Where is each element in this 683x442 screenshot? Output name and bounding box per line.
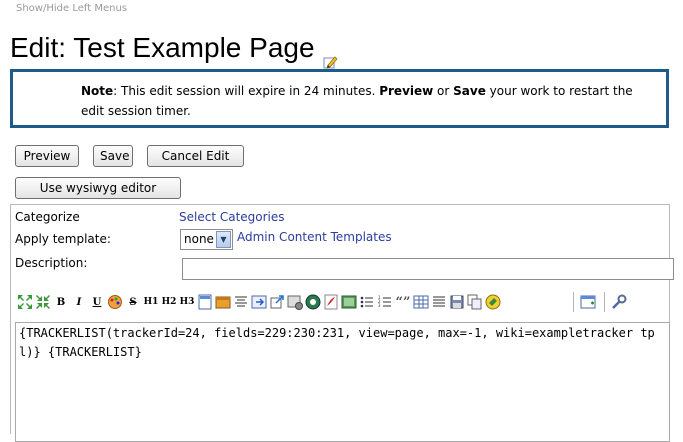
preview-button[interactable]: Preview bbox=[15, 145, 79, 167]
notice-preview-word: Preview bbox=[379, 84, 434, 98]
box-icon[interactable] bbox=[215, 294, 231, 310]
strikethrough-icon[interactable]: S bbox=[125, 294, 141, 310]
fullscreen-expand-icon[interactable] bbox=[17, 294, 33, 310]
svg-text:3: 3 bbox=[378, 303, 381, 308]
new-window-icon[interactable] bbox=[580, 294, 596, 310]
chevron-down-icon[interactable]: ▼ bbox=[216, 231, 231, 248]
numbered-list-icon[interactable]: 123 bbox=[377, 294, 393, 310]
italic-icon[interactable]: I bbox=[71, 294, 87, 310]
bulleted-list-icon[interactable] bbox=[359, 294, 375, 310]
edit-form-panel: Categorize Select Categories Apply templ… bbox=[10, 204, 674, 442]
fullscreen-collapse-icon[interactable] bbox=[35, 294, 51, 310]
cancel-edit-button[interactable]: Cancel Edit bbox=[147, 145, 244, 167]
save-disk-icon[interactable] bbox=[449, 294, 465, 310]
table-settings-icon[interactable] bbox=[287, 294, 303, 310]
apply-template-label: Apply template: bbox=[15, 232, 111, 246]
edit-session-notice: Note: This edit session will expire in 2… bbox=[10, 69, 669, 128]
title-bar-icon[interactable] bbox=[197, 294, 213, 310]
align-justify-icon[interactable] bbox=[431, 294, 447, 310]
underline-icon[interactable]: U bbox=[89, 294, 105, 310]
color-palette-icon[interactable] bbox=[107, 294, 123, 310]
save-button[interactable]: Save bbox=[93, 145, 133, 167]
notice-text-1: : This edit session will expire in 24 mi… bbox=[113, 84, 380, 98]
external-link-icon[interactable] bbox=[269, 294, 285, 310]
template-select-value: none bbox=[184, 232, 214, 246]
copy-icon[interactable] bbox=[467, 294, 483, 310]
insert-image-icon[interactable] bbox=[341, 294, 357, 310]
page-title: Edit: Test Example Page bbox=[10, 30, 338, 69]
wiki-editor-textarea[interactable]: {TRACKERLIST(trackerId=24, fields=229:23… bbox=[15, 322, 670, 442]
use-wysiwyg-editor-button[interactable]: Use wysiwyg editor bbox=[15, 177, 181, 199]
insert-pdf-icon[interactable] bbox=[323, 294, 339, 310]
insert-link-icon[interactable] bbox=[251, 294, 267, 310]
page-title-text: Edit: Test Example Page bbox=[10, 32, 315, 63]
select-categories-link[interactable]: Select Categories bbox=[179, 210, 285, 224]
categorize-label: Categorize bbox=[15, 210, 80, 224]
admin-content-templates-link[interactable]: Admin Content Templates bbox=[237, 230, 392, 244]
quote-icon[interactable]: “” bbox=[395, 294, 411, 310]
toolbar-separator bbox=[573, 292, 574, 312]
edit-pencil-icon[interactable] bbox=[322, 43, 338, 69]
description-label: Description: bbox=[15, 256, 88, 270]
template-select[interactable]: none ▼ bbox=[180, 229, 233, 250]
notice-label: Note bbox=[81, 84, 114, 98]
wrench-icon[interactable] bbox=[611, 294, 627, 310]
bold-icon[interactable]: B bbox=[53, 294, 69, 310]
insert-table-icon[interactable] bbox=[413, 294, 429, 310]
heading-1-icon[interactable]: H1 bbox=[143, 294, 159, 310]
smiley-icon[interactable] bbox=[485, 294, 501, 310]
toolbar-separator-2 bbox=[604, 292, 605, 312]
editor-toolbar: B I U S H1 H2 H3 1 2 3 “” bbox=[17, 291, 667, 313]
special-chars-icon[interactable] bbox=[305, 294, 321, 310]
notice-save-word: Save bbox=[453, 84, 486, 98]
align-center-icon[interactable] bbox=[233, 294, 249, 310]
heading-3-icon[interactable]: H3 bbox=[179, 294, 195, 310]
heading-2-icon[interactable]: H2 bbox=[161, 294, 177, 310]
notice-text-2: or bbox=[433, 84, 454, 98]
description-input[interactable] bbox=[182, 258, 674, 280]
show-hide-left-menus-link[interactable]: Show/Hide Left Menus bbox=[16, 3, 127, 14]
